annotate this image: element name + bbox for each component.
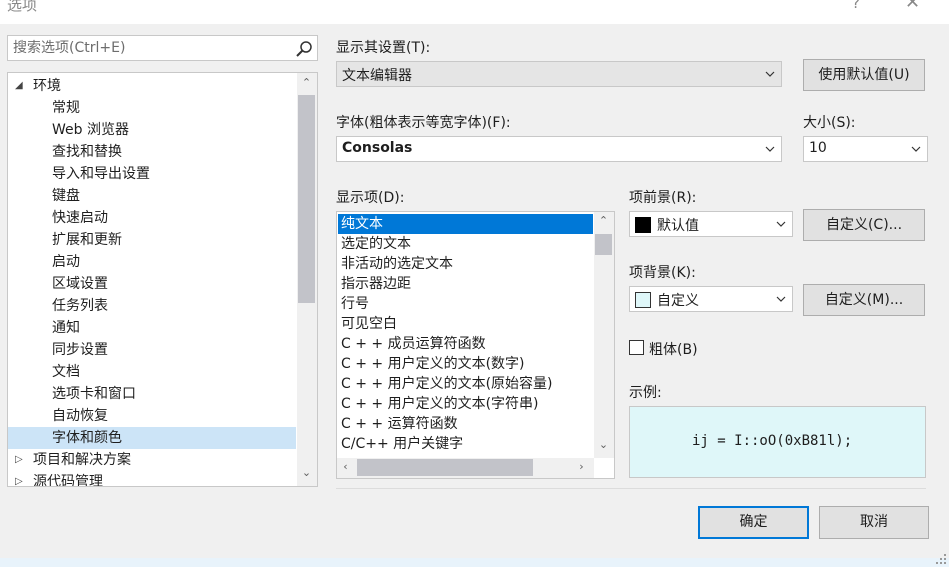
sample-text: ij = I::oO(0xB81l); bbox=[692, 433, 853, 449]
use-defaults-button[interactable]: 使用默认值(U) bbox=[803, 59, 925, 91]
tree-item-sync[interactable]: 同步设置 bbox=[8, 339, 296, 361]
scroll-up-icon[interactable]: ⌃ bbox=[595, 214, 612, 227]
window-bottom-border bbox=[0, 558, 949, 567]
tree-item-find-replace[interactable]: 查找和替换 bbox=[8, 141, 296, 163]
list-hscroll-thumb[interactable] bbox=[357, 459, 533, 476]
scroll-down-icon[interactable]: ⌄ bbox=[595, 438, 612, 451]
search-box bbox=[7, 35, 318, 61]
divider bbox=[336, 488, 926, 489]
foreground-dropdown[interactable]: 默认值 bbox=[629, 211, 793, 237]
list-item[interactable]: C + + 成员运算符函数 bbox=[338, 334, 593, 354]
tree-item-keyboard[interactable]: 键盘 bbox=[8, 185, 296, 207]
cancel-button[interactable]: 取消 bbox=[819, 506, 929, 539]
tree-item-web-browser[interactable]: Web 浏览器 bbox=[8, 119, 296, 141]
bold-label[interactable]: 粗体(B) bbox=[649, 339, 698, 359]
list-item[interactable]: C + + 用户定义的文本(数字) bbox=[338, 354, 593, 374]
tree-item-notifications[interactable]: 通知 bbox=[8, 317, 296, 339]
list-item[interactable]: 纯文本 bbox=[338, 214, 593, 234]
scroll-down-icon[interactable]: ⌄ bbox=[298, 466, 315, 479]
background-dropdown[interactable]: 自定义 bbox=[629, 286, 793, 312]
resize-grip-icon[interactable] bbox=[936, 554, 946, 564]
show-settings-dropdown[interactable]: 文本编辑器 bbox=[336, 61, 782, 87]
foreground-swatch bbox=[635, 217, 651, 233]
tree-item-general[interactable]: 常规 bbox=[8, 97, 296, 119]
title-bar: 选项 ? ✕ bbox=[0, 0, 949, 24]
list-item[interactable]: C + + 用户定义的文本(原始容量) bbox=[338, 374, 593, 394]
expand-arrow-icon[interactable]: ▷ bbox=[15, 449, 23, 471]
scroll-up-icon[interactable]: ⌃ bbox=[298, 76, 315, 89]
ok-button[interactable]: 确定 bbox=[698, 506, 809, 539]
sample-label: 示例: bbox=[629, 385, 662, 401]
list-horizontal-scrollbar[interactable]: ‹ › bbox=[337, 458, 594, 478]
list-item[interactable]: 可见空白 bbox=[338, 314, 593, 334]
close-button[interactable]: ✕ bbox=[905, 0, 920, 13]
window-title: 选项 bbox=[7, 0, 38, 14]
search-input[interactable] bbox=[8, 36, 278, 60]
show-settings-label: 显示其设置(T): bbox=[336, 40, 431, 56]
chevron-down-icon bbox=[765, 146, 775, 152]
list-item[interactable]: C/C++ 用户关键字 bbox=[338, 434, 593, 454]
collapse-arrow-icon[interactable]: ◢ bbox=[15, 75, 23, 97]
list-item[interactable]: C + + 用户定义的文本(字符串) bbox=[338, 394, 593, 414]
expand-arrow-icon[interactable]: ▷ bbox=[15, 471, 23, 486]
display-items-label: 显示项(D): bbox=[336, 190, 405, 206]
sample-preview: ij = I::oO(0xB81l); bbox=[629, 406, 926, 478]
foreground-custom-button[interactable]: 自定义(C)... bbox=[803, 209, 925, 241]
scroll-left-icon[interactable]: ‹ bbox=[337, 460, 354, 473]
background-label: 项背景(K): bbox=[629, 265, 696, 281]
search-icon[interactable] bbox=[295, 40, 313, 58]
tree-item-autorecover[interactable]: 自动恢复 bbox=[8, 405, 296, 427]
tree-item-tabs-windows[interactable]: 选项卡和窗口 bbox=[8, 383, 296, 405]
list-item[interactable]: C + + 运算符函数 bbox=[338, 414, 593, 434]
tree-item-quick-launch[interactable]: 快速启动 bbox=[8, 207, 296, 229]
chevron-down-icon bbox=[776, 221, 786, 227]
options-tree: ◢ 环境 常规 Web 浏览器 查找和替换 导入和导出设置 键盘 快速启动 扩展… bbox=[7, 72, 318, 487]
list-vertical-scrollbar[interactable]: ⌃ ⌄ bbox=[594, 212, 614, 458]
font-label: 字体(粗体表示等宽字体)(F): bbox=[336, 115, 511, 131]
chevron-down-icon bbox=[776, 296, 786, 302]
list-vscroll-thumb[interactable] bbox=[595, 234, 612, 255]
background-custom-button[interactable]: 自定义(M)... bbox=[803, 284, 925, 316]
list-item[interactable]: 选定的文本 bbox=[338, 234, 593, 254]
chevron-down-icon bbox=[765, 71, 775, 77]
chevron-down-icon bbox=[911, 146, 921, 152]
size-label: 大小(S): bbox=[803, 115, 856, 131]
display-items-list: 纯文本 选定的文本 非活动的选定文本 指示器边距 行号 可见空白 C + + 成… bbox=[336, 211, 615, 479]
scroll-right-icon[interactable]: › bbox=[573, 460, 590, 473]
tree-item-documents[interactable]: 文档 bbox=[8, 361, 296, 383]
background-swatch bbox=[635, 292, 651, 308]
tree-item-locale[interactable]: 区域设置 bbox=[8, 273, 296, 295]
tree-item-fonts-colors[interactable]: 字体和颜色 bbox=[8, 427, 296, 449]
tree-scrollbar[interactable]: ⌃ ⌄ bbox=[297, 73, 317, 486]
tree-item-task-list[interactable]: 任务列表 bbox=[8, 295, 296, 317]
bold-checkbox[interactable] bbox=[629, 340, 644, 355]
list-item[interactable]: 指示器边距 bbox=[338, 274, 593, 294]
tree-node-environment[interactable]: ◢ 环境 bbox=[8, 75, 296, 97]
tree-node-source-control[interactable]: ▷ 源代码管理 bbox=[8, 471, 296, 486]
tree-item-extensions[interactable]: 扩展和更新 bbox=[8, 229, 296, 251]
list-item[interactable]: 行号 bbox=[338, 294, 593, 314]
font-dropdown[interactable]: Consolas bbox=[336, 136, 782, 162]
size-dropdown[interactable]: 10 bbox=[803, 136, 928, 162]
help-button[interactable]: ? bbox=[852, 0, 860, 12]
tree-item-import-export[interactable]: 导入和导出设置 bbox=[8, 163, 296, 185]
list-item[interactable]: 非活动的选定文本 bbox=[338, 254, 593, 274]
tree-scroll-thumb[interactable] bbox=[298, 95, 315, 303]
tree-item-startup[interactable]: 启动 bbox=[8, 251, 296, 273]
foreground-label: 项前景(R): bbox=[629, 190, 697, 206]
tree-node-projects-solutions[interactable]: ▷ 项目和解决方案 bbox=[8, 449, 296, 471]
